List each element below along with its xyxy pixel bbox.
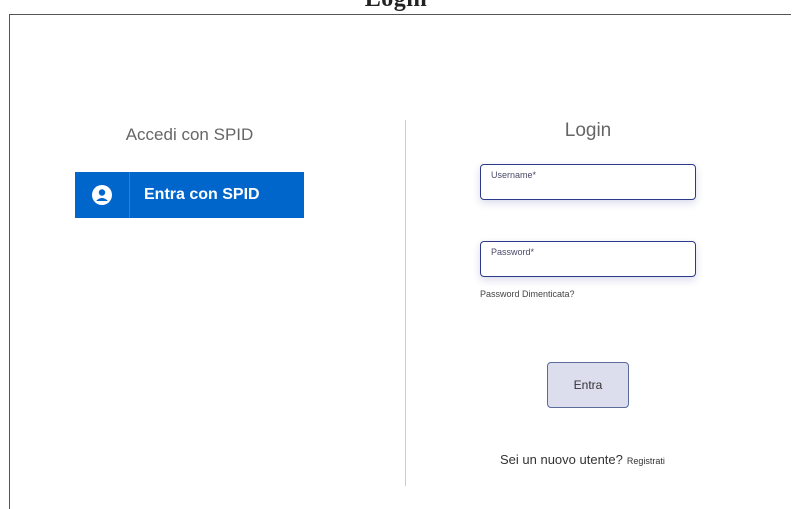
- password-input[interactable]: [490, 257, 687, 273]
- user-icon: [92, 185, 112, 205]
- login-page: Login Accedi con SPID Entra con SPID Log…: [0, 0, 792, 509]
- spid-section-title: Accedi con SPID: [125, 125, 254, 144]
- spid-button-label: Entra con SPID: [144, 186, 260, 203]
- register-link[interactable]: Registrati: [627, 456, 665, 466]
- username-field[interactable]: Username*: [480, 164, 696, 200]
- spid-icon-container: [75, 172, 130, 218]
- login-section-title: Login: [564, 120, 612, 141]
- username-input[interactable]: [490, 180, 687, 196]
- register-prompt-text: Sei un nuovo utente?: [500, 452, 623, 467]
- spid-login-button[interactable]: Entra con SPID: [75, 172, 304, 218]
- forgot-password-link[interactable]: Password Dimenticata?: [480, 289, 575, 299]
- password-label: Password*: [491, 247, 535, 257]
- page-heading: Login: [0, 0, 792, 13]
- password-field[interactable]: Password*: [480, 241, 696, 277]
- submit-button[interactable]: Entra: [547, 362, 629, 408]
- register-prompt-line: Sei un nuovo utente? Registrati: [500, 452, 665, 467]
- username-label: Username*: [491, 170, 537, 180]
- column-divider: [405, 120, 406, 486]
